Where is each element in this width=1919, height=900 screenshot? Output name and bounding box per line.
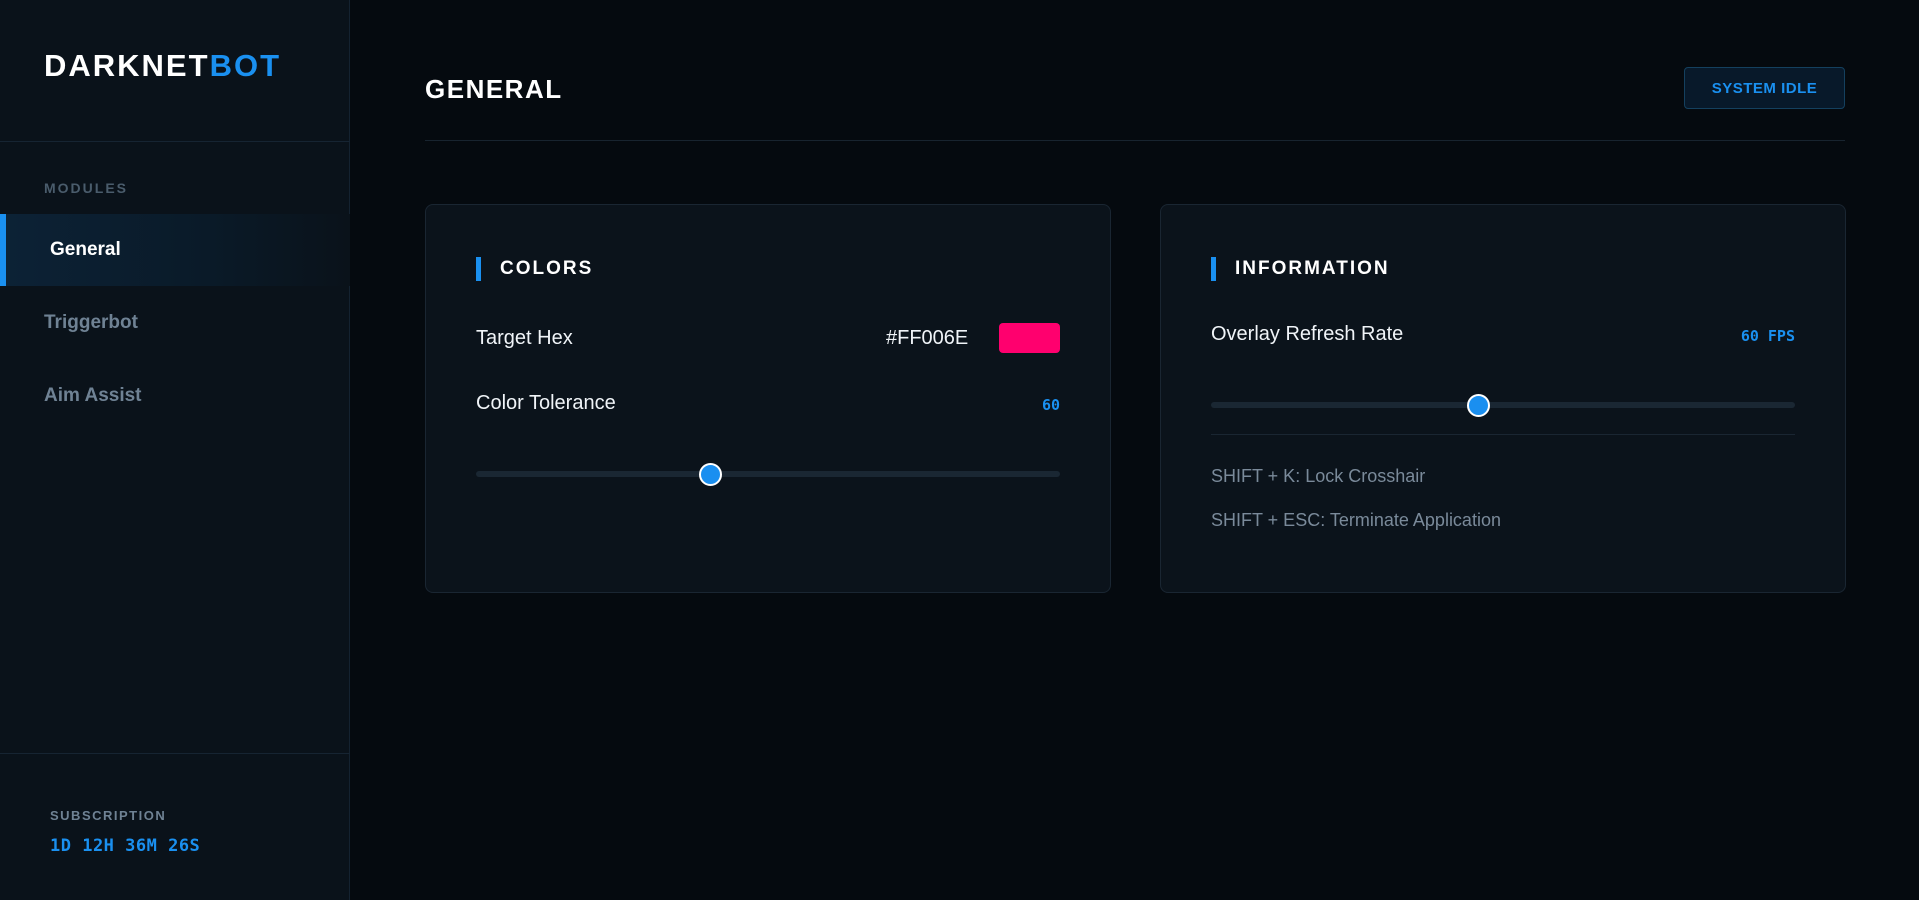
- logo-accent: BOT: [209, 48, 281, 83]
- hotkey-terminate: SHIFT + ESC: Terminate Application: [1211, 510, 1501, 530]
- subscription-label: SUBSCRIPTION: [50, 808, 167, 823]
- card-divider: [1211, 434, 1795, 435]
- tolerance-value: 60: [1041, 396, 1060, 414]
- sidebar: DARKNETBOT MODULES General Triggerbot Ai…: [0, 0, 350, 900]
- information-card-title: INFORMATION: [1211, 257, 1390, 281]
- tolerance-label: Color Tolerance: [476, 392, 616, 414]
- sidebar-item-aim-assist[interactable]: Aim Assist: [0, 360, 350, 432]
- target-hex-value[interactable]: #FF006E: [886, 327, 968, 350]
- header-divider: [425, 140, 1845, 141]
- subscription-timer: 1D 12H 36M 26S: [50, 836, 201, 856]
- slider-thumb[interactable]: [1466, 394, 1490, 417]
- colors-card: COLORS Target Hex #FF006E Color Toleranc…: [425, 204, 1111, 593]
- page-title: GENERAL: [425, 74, 563, 104]
- sidebar-divider: [0, 753, 350, 754]
- sidebar-item-triggerbot[interactable]: Triggerbot: [0, 287, 350, 359]
- colors-card-title: COLORS: [476, 257, 593, 281]
- refresh-rate-slider[interactable]: [1211, 393, 1795, 417]
- logo-primary: DARKNET: [44, 48, 210, 83]
- hotkey-lock-crosshair: SHIFT + K: Lock Crosshair: [1211, 466, 1426, 486]
- information-card: INFORMATION Overlay Refresh Rate 60 FPS …: [1160, 204, 1846, 593]
- refresh-rate-label: Overlay Refresh Rate: [1211, 323, 1404, 345]
- slider-thumb[interactable]: [698, 463, 722, 486]
- tolerance-slider[interactable]: [476, 462, 1060, 486]
- target-hex-label: Target Hex: [476, 327, 573, 349]
- sidebar-item-label: General: [50, 239, 121, 260]
- slider-track[interactable]: [1211, 402, 1795, 408]
- app-logo: DARKNETBOT: [44, 48, 281, 84]
- status-badge: SYSTEM IDLE: [1684, 67, 1845, 109]
- color-swatch[interactable]: [999, 323, 1060, 353]
- sidebar-item-label: Triggerbot: [44, 312, 138, 333]
- slider-track[interactable]: [476, 471, 1060, 477]
- sidebar-item-label: Aim Assist: [44, 385, 142, 406]
- sidebar-divider: [0, 141, 350, 142]
- refresh-rate-value: 60 FPS: [1740, 327, 1795, 345]
- sidebar-item-general[interactable]: General: [0, 214, 350, 286]
- nav-heading: MODULES: [44, 180, 128, 196]
